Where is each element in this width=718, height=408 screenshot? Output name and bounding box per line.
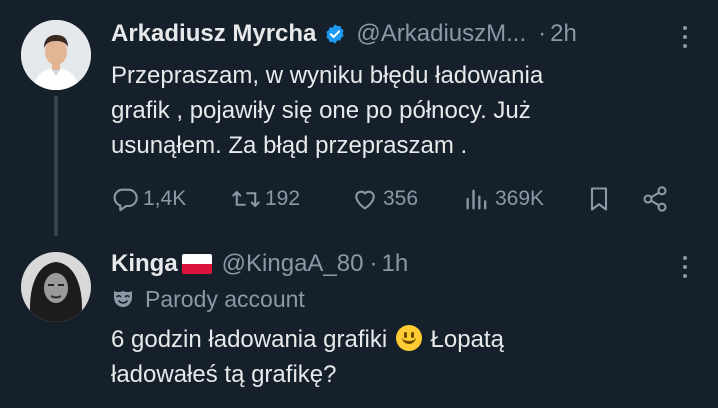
- avatar-person-icon: [21, 20, 91, 90]
- more-options-icon[interactable]: [682, 26, 688, 48]
- tweet-header: Kinga @KingaA_80 · 1h: [111, 246, 718, 282]
- author-name[interactable]: Arkadiusz Myrcha: [111, 20, 316, 48]
- separator-dot: ·: [369, 250, 378, 277]
- tweet-actions: 1,4K 192 356 369K: [111, 183, 688, 215]
- tweet-text-line: Przepraszam, w wyniku błędu ładowania: [111, 62, 544, 89]
- reply-count: 1,4K: [143, 187, 187, 210]
- bookmark-icon: [590, 187, 608, 211]
- parody-label-text: Parody account: [145, 285, 305, 312]
- views-button[interactable]: 369K: [463, 185, 585, 213]
- tweet-text-line: 6 godzin ładowania grafiki Łopatą: [111, 322, 691, 357]
- like-count: 356: [383, 187, 419, 210]
- tweet-text: 6 godzin ładowania grafiki Łopatą ładowa…: [111, 322, 691, 392]
- share-button[interactable]: [641, 185, 681, 213]
- tweet-timestamp[interactable]: 1h: [381, 250, 408, 278]
- parody-account-label: Parody account: [111, 284, 305, 314]
- tweet-text-line: grafik , pojawiły się one po północy. Ju…: [111, 97, 531, 124]
- tweet-text-part: Łopatą: [430, 326, 504, 353]
- thread-connector-line: [54, 96, 58, 236]
- tweet-header: Arkadiusz Myrcha @ArkadiuszM... · 2h: [111, 16, 718, 52]
- avatar-person-icon: [21, 252, 91, 322]
- author-name[interactable]: Kinga: [111, 250, 178, 278]
- tweet-arkadiusz[interactable]: Arkadiusz Myrcha @ArkadiuszM... · 2h Prz…: [0, 0, 718, 236]
- avatar-kinga[interactable]: [21, 252, 91, 322]
- like-icon: [355, 190, 375, 210]
- view-count: 369K: [495, 187, 545, 210]
- verified-badge-icon: [326, 24, 345, 44]
- tweet-text: Przepraszam, w wyniku błędu ładowania gr…: [111, 58, 691, 163]
- smiling-face-emoji-icon: [395, 325, 422, 351]
- separator-dot: ·: [538, 20, 547, 47]
- tweet-text-line: ładowałeś tą grafikę?: [111, 361, 337, 388]
- avatar-arkadiusz[interactable]: [21, 20, 91, 90]
- tweet-text-line: usunąłem. Za błąd przepraszam .: [111, 132, 468, 159]
- repost-button[interactable]: 192: [231, 185, 351, 213]
- reply-icon: [113, 188, 138, 212]
- tweet-kinga[interactable]: Kinga @KingaA_80 · 1h Parody account 6 g…: [0, 232, 718, 408]
- share-icon: [643, 186, 667, 212]
- author-handle[interactable]: @ArkadiuszM...: [356, 20, 526, 48]
- repost-icon: [232, 191, 260, 207]
- more-options-icon[interactable]: [682, 256, 688, 278]
- like-button[interactable]: 356: [351, 185, 463, 213]
- reply-button[interactable]: 1,4K: [111, 185, 231, 213]
- views-icon: [466, 189, 487, 210]
- author-handle[interactable]: @KingaA_80: [222, 250, 364, 278]
- poland-flag-icon: [181, 254, 212, 274]
- bookmark-button[interactable]: [585, 185, 641, 213]
- tweet-text-part: 6 godzin ładowania grafiki: [111, 326, 388, 353]
- parody-mask-icon: [114, 291, 132, 307]
- repost-count: 192: [265, 187, 301, 210]
- tweet-timestamp[interactable]: 2h: [550, 20, 577, 48]
